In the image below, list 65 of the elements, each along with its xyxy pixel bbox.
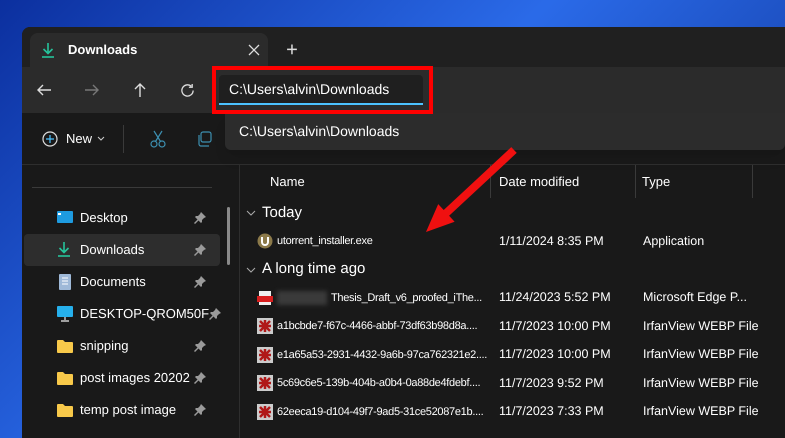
downloads-tab[interactable]: Downloads: [30, 33, 268, 67]
scrollbar-thumb[interactable]: [227, 207, 230, 265]
pin-icon[interactable]: [209, 308, 222, 320]
download-icon: [40, 42, 56, 58]
image-file-icon: [257, 318, 273, 334]
group-header[interactable]: A long time ago: [240, 256, 785, 284]
file-name[interactable]: a1bcbde7-f67c-4466-abbf-73df63b98d8a....: [277, 318, 478, 334]
close-icon[interactable]: [248, 44, 260, 56]
pin-icon[interactable]: [194, 212, 206, 224]
forward-icon[interactable]: [84, 82, 100, 98]
sidebar-item[interactable]: Desktop: [24, 202, 220, 234]
image-file-icon: [257, 346, 273, 363]
pdf-file-icon: [257, 290, 273, 306]
sidebar-item[interactable]: post images 20202: [24, 362, 220, 394]
name-column-header[interactable]: Name: [240, 165, 490, 198]
cut-icon[interactable]: [150, 130, 166, 148]
type-cell: Application: [643, 234, 704, 248]
date-cell: 1/11/2024 8:35 PM: [499, 234, 604, 248]
sidebar-item[interactable]: Documents: [24, 266, 220, 298]
type-cell: IrfanView WEBP File: [643, 347, 759, 362]
date-cell: 11/24/2023 5:52 PM: [499, 290, 611, 304]
document-icon: [56, 273, 74, 291]
plus-circle-icon: [42, 130, 58, 146]
new-button[interactable]: New: [66, 124, 112, 154]
caret-icon: [97, 136, 106, 142]
copy-icon[interactable]: [196, 130, 212, 146]
sidebar-item[interactable]: temp post image: [24, 394, 220, 426]
image-file-icon: [257, 375, 273, 392]
folder-icon: [56, 369, 74, 387]
pin-icon[interactable]: [194, 340, 206, 352]
type-column-header[interactable]: Type: [635, 165, 753, 198]
type-cell: IrfanView WEBP File: [643, 318, 759, 333]
torrent-app-icon: [257, 233, 273, 250]
pin-icon[interactable]: [194, 276, 206, 288]
new-tab-button[interactable]: +: [274, 33, 310, 67]
file-name[interactable]: 62eeca19-d104-49f7-9ad5-31ce52087e1b....: [277, 404, 484, 420]
address-field[interactable]: C:\Users\alvin\Downloads: [219, 75, 423, 105]
sidebar-item[interactable]: snipping: [24, 330, 220, 362]
pin-icon[interactable]: [194, 404, 206, 416]
pin-icon[interactable]: [194, 372, 206, 384]
type-cell: IrfanView WEBP File: [643, 376, 759, 390]
image-file-icon: [257, 404, 273, 420]
up-icon[interactable]: [132, 82, 148, 98]
folder-icon: [56, 401, 74, 419]
group-header[interactable]: Today: [240, 199, 785, 227]
refresh-icon[interactable]: [180, 82, 195, 98]
type-cell: IrfanView WEBP File: [643, 404, 759, 418]
file-name[interactable]: 5c69c6e5-139b-404b-a0b4-0a88de4fdebf....: [277, 375, 480, 392]
date-cell: 11/7/2023 10:00 PM: [499, 347, 611, 362]
date-cell: 11/7/2023 9:52 PM: [499, 376, 604, 390]
chevron-icon: [246, 208, 256, 218]
date-cell: 11/7/2023 7:33 PM: [499, 404, 604, 418]
monitor-icon: [56, 305, 74, 323]
address-suggestion[interactable]: C:\Users\alvin\Downloads: [225, 113, 785, 150]
file-name[interactable]: Thesis_Draft_v6_proofed_iThe...: [331, 290, 482, 306]
file-name[interactable]: utorrent_installer.exe: [277, 233, 373, 250]
sidebar-item[interactable]: DESKTOP-QROM50F: [24, 298, 220, 330]
pin-icon[interactable]: [194, 244, 206, 256]
date-cell: 11/7/2023 10:00 PM: [499, 318, 611, 333]
sidebar-item[interactable]: Downloads: [24, 234, 220, 266]
type-cell: Microsoft Edge P...: [643, 290, 747, 304]
chevron-icon: [246, 264, 256, 274]
folder-icon: [56, 337, 74, 355]
file-name[interactable]: e1a65a53-2931-4432-9a6b-97ca762321e2....: [277, 346, 488, 363]
back-icon[interactable]: [36, 82, 52, 98]
